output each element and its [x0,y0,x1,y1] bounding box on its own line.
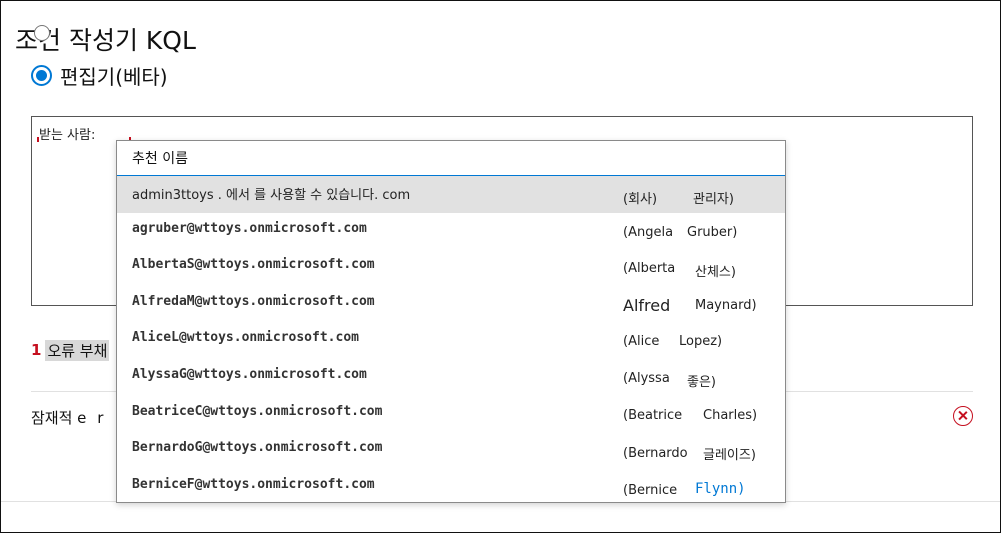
error-label: 오류 부채 [45,339,110,361]
suggestion-last-name: Gruber) [687,224,738,240]
suggestion-last-name: Charles) [703,407,758,423]
suggestion-email: admin3ttoys . 에서 를 사용할 수 있습니다. com [132,188,411,203]
condition-row: 잠재적 e r [31,407,103,428]
suggestion-first-name: (Alyssa [623,370,670,386]
suggestion-first-name: (Beatrice [623,407,683,423]
editor-mode-option[interactable]: 편집기(베타) [31,61,168,89]
suggestion-email: AlbertaS@wttoys.onmicrosoft.com [132,257,375,273]
suggestion-first-name: (Bernice [623,482,678,498]
suggestion-item[interactable]: agruber@wttoys.onmicrosoft.com (Angela G… [117,213,785,250]
suggestion-item[interactable]: admin3ttoys . 에서 를 사용할 수 있습니다. com (회사) … [117,176,785,213]
radio-selected-icon[interactable] [31,64,52,86]
suggestion-email: BernardoG@wttoys.onmicrosoft.com [132,440,383,456]
error-summary[interactable]: 1 오류 부채 [31,339,110,361]
suggestion-last-name: 관리자) [693,192,734,207]
suggestion-first-name: (Alice [623,334,660,350]
suggestion-first-name: (Bernardo [623,446,688,462]
suggestion-last-name: 좋은) [687,374,716,390]
suggestion-first-name: Alfred [623,295,671,315]
suggestion-first-name: (Alberta [623,261,676,277]
suggestion-item[interactable]: AlbertaS@wttoys.onmicrosoft.com (Alberta… [117,249,785,286]
suggestion-email: AlyssaG@wttoys.onmicrosoft.com [132,366,367,382]
suggestion-email: AliceL@wttoys.onmicrosoft.com [132,330,359,346]
condition-value: r [97,409,104,427]
suggestion-last-name: Lopez) [679,334,723,350]
suggestion-email: agruber@wttoys.onmicrosoft.com [132,220,367,236]
suggestion-email: AlfredaM@wttoys.onmicrosoft.com [132,293,375,309]
suggestion-item[interactable]: AlyssaG@wttoys.onmicrosoft.com (Alyssa 좋… [117,359,785,396]
suggestion-first-name: (Angela [623,224,674,240]
suggestion-last-name: 산체스) [695,265,736,281]
suggestion-last-name: Flynn) [695,480,746,497]
suggestion-item[interactable]: BernardoG@wttoys.onmicrosoft.com (Bernar… [117,432,785,469]
suggestion-email: BerniceF@wttoys.onmicrosoft.com [132,476,375,492]
suggestion-first-name: (회사) [623,192,658,207]
mouse-cursor-icon [34,25,50,41]
suggestion-item[interactable]: BeatriceC@wttoys.onmicrosoft.com (Beatri… [117,396,785,433]
suggestion-last-name: Maynard) [695,297,757,313]
suggestions-header: 추천 이름 [117,141,785,176]
suggestion-item[interactable]: AlfredaM@wttoys.onmicrosoft.com Alfred M… [117,286,785,323]
editor-text[interactable]: 받는 사람: [39,124,95,143]
suggestion-email: BeatriceC@wttoys.onmicrosoft.com [132,403,383,419]
error-count: 1 [31,341,42,359]
condition-label: 잠재적 e [31,409,87,427]
window-frame: 조건 작성기 KQL 편집기(베타) 받는 사람: 1 오류 부채 잠재적 e … [0,0,1001,533]
remove-condition-icon[interactable] [953,406,973,426]
suggestion-item[interactable]: BerniceF@wttoys.onmicrosoft.com (Bernice… [117,469,785,502]
suggestion-item[interactable]: AliceL@wttoys.onmicrosoft.com (Alice Lop… [117,322,785,359]
editor-mode-label: 편집기(베타) [60,64,168,89]
suggestions-dropdown: 추천 이름 admin3ttoys . 에서 를 사용할 수 있습니다. com… [116,140,786,503]
suggestion-last-name: 글레이즈) [703,448,756,464]
